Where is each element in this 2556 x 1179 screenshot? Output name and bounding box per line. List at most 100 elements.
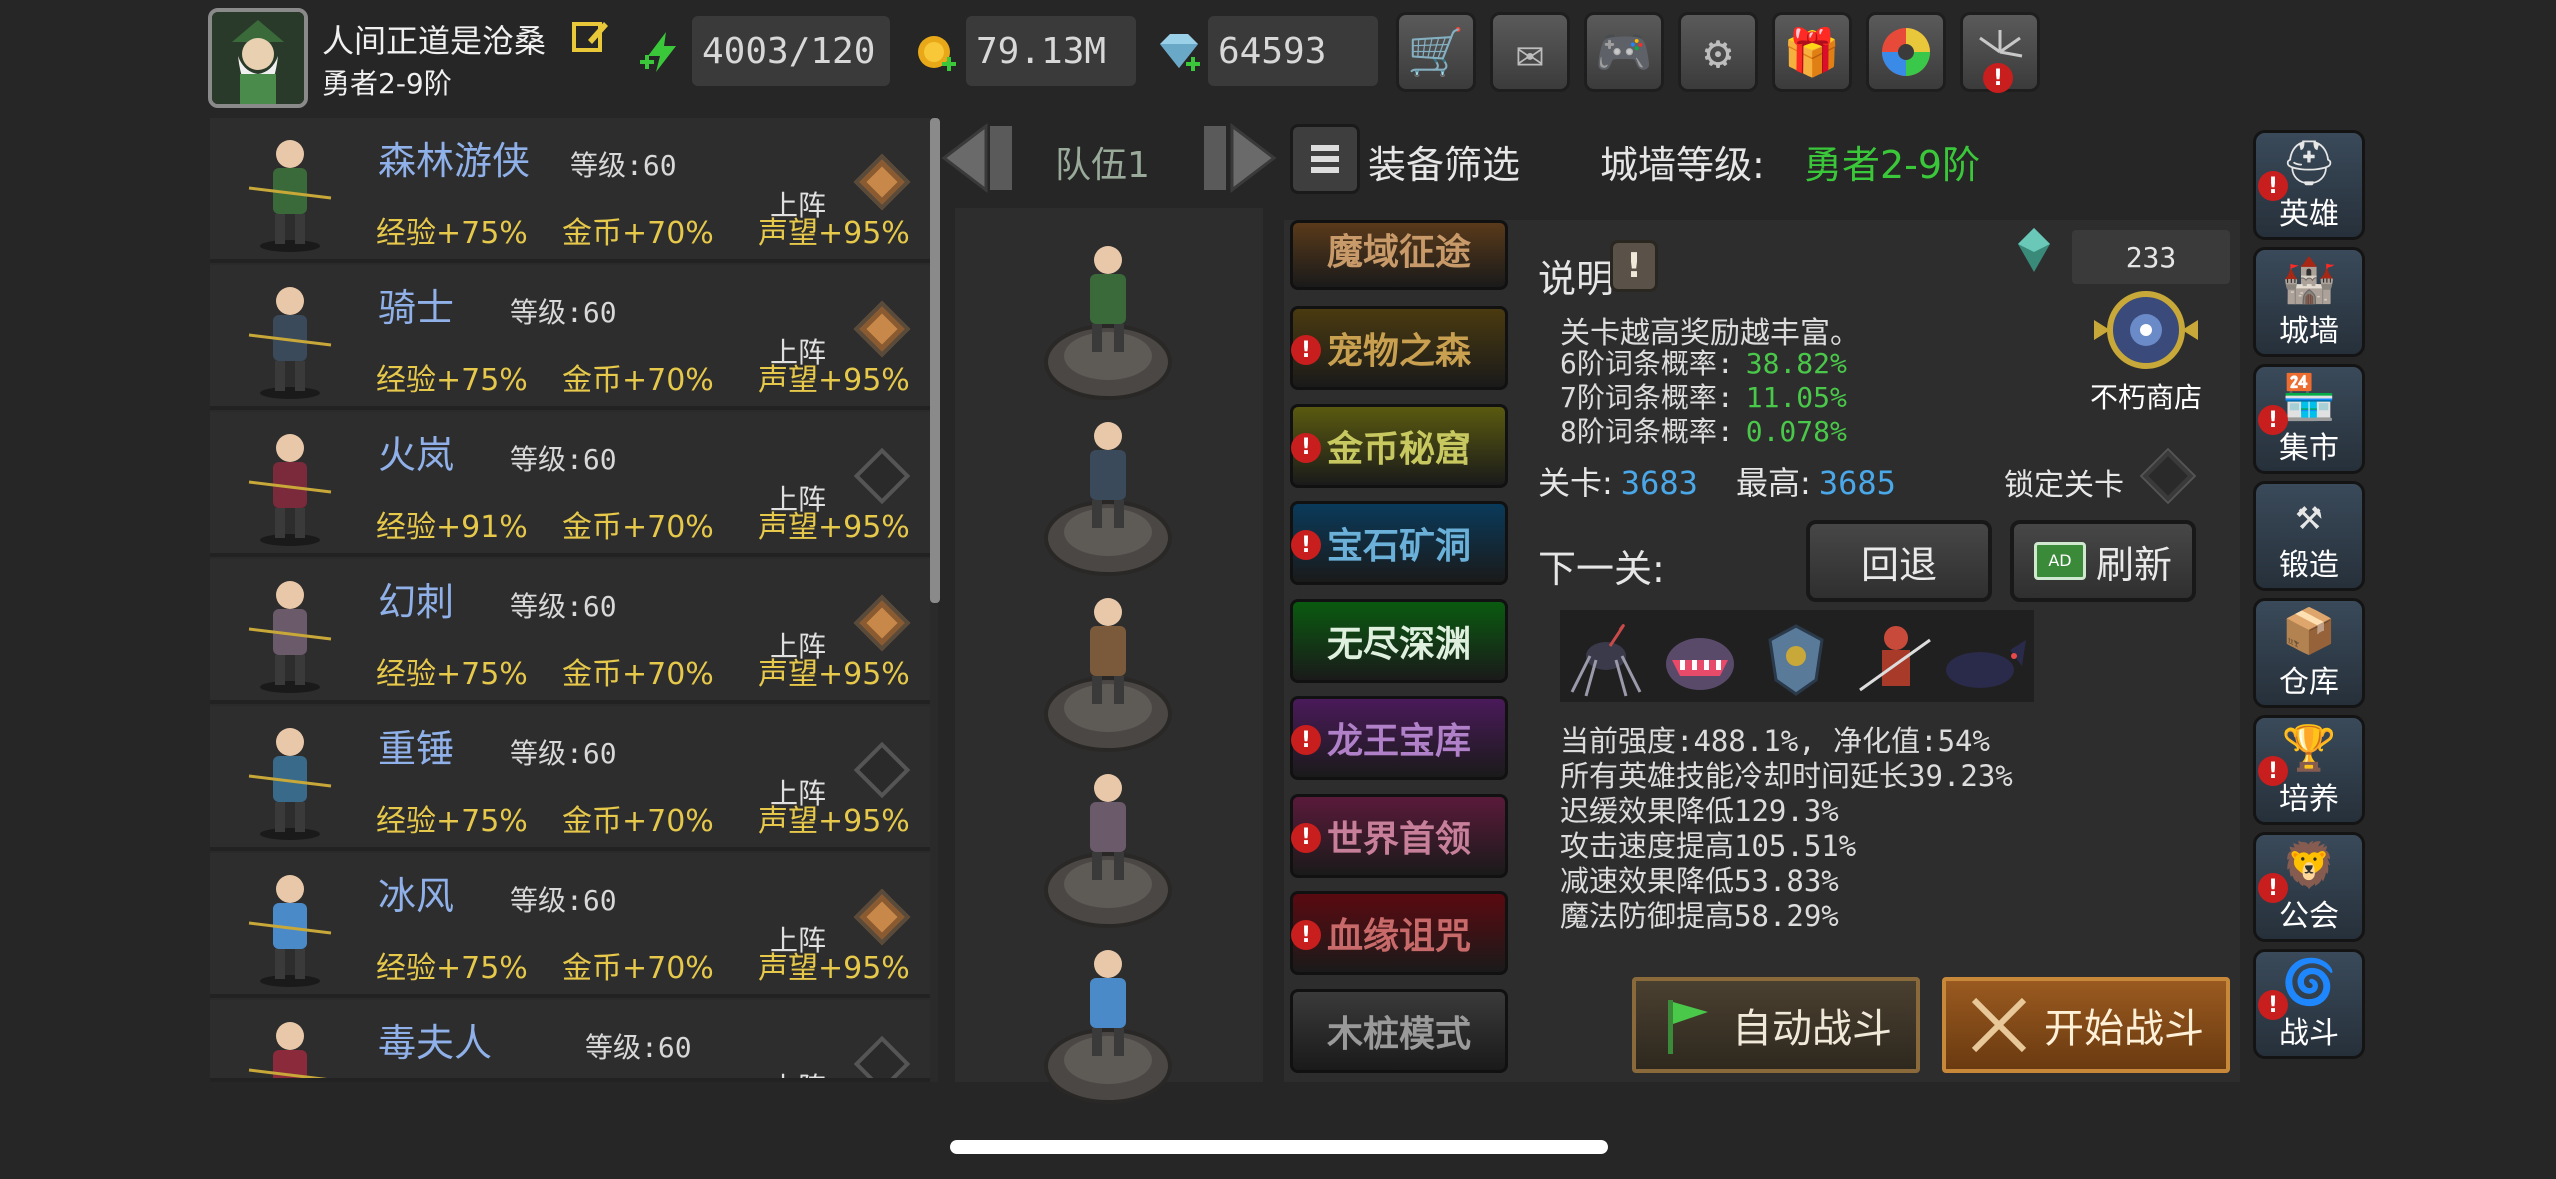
- hero-gold-bonus: 金币+70%: [562, 363, 714, 398]
- stage-value: 3683: [1620, 464, 1698, 502]
- menu-anvil-button[interactable]: ⚒ 锻造: [2253, 481, 2365, 591]
- menu-market-button[interactable]: 🏪 集市!: [2253, 364, 2365, 474]
- mode-alert-icon: !: [1291, 822, 1321, 853]
- mode-button[interactable]: 龙王宝库!: [1290, 696, 1508, 780]
- next-stage-label: 下一关:: [1538, 547, 1665, 591]
- hero-portrait: [230, 275, 350, 400]
- stamina-icon: [640, 30, 684, 74]
- hero-exp-bonus: 经验+75%: [376, 216, 528, 251]
- mode-label: 龙王宝库: [1326, 721, 1471, 762]
- hero-name: 重锤: [378, 727, 455, 771]
- prob8-label: 8阶词条概率:: [1560, 415, 1734, 448]
- deploy-toggle[interactable]: [853, 888, 911, 946]
- filter-label[interactable]: 装备筛选: [1368, 134, 1520, 189]
- info-title: 说明: [1538, 257, 1615, 301]
- hero-level: 等级:60: [510, 884, 617, 917]
- team-slot[interactable]: [1040, 232, 1176, 402]
- best-value: 3685: [1818, 464, 1896, 502]
- settings-button[interactable]: ⚙: [1678, 12, 1758, 92]
- hero-row[interactable]: 火岚 等级:60 经验+91% 金币+70% 声望+95% 上阵: [210, 412, 930, 557]
- gold-display: 79.13M: [966, 16, 1136, 86]
- color-wheel-button[interactable]: [1866, 12, 1946, 92]
- home-indicator[interactable]: [950, 1140, 1608, 1154]
- hero-row[interactable]: 毒夫人 等级:60 上阵: [210, 1000, 930, 1082]
- hero-row[interactable]: 森林游侠 等级:60 经验+75% 金币+70% 声望+95% 上阵: [210, 118, 930, 263]
- shop-gem-icon: [2010, 224, 2058, 276]
- menu-helmet-button[interactable]: ⛑ 英雄!: [2253, 130, 2365, 240]
- hero-exp-bonus: 经验+91%: [376, 510, 528, 545]
- start-battle-button[interactable]: 开始战斗: [1942, 977, 2230, 1073]
- menu-icon: [1311, 145, 1339, 173]
- back-label: 回退: [1860, 542, 1937, 587]
- shop-count: 233: [2125, 240, 2177, 274]
- mode-label: 木桩模式: [1326, 1013, 1471, 1055]
- shop-cart-button[interactable]: 🛒: [1396, 12, 1476, 92]
- mode-button[interactable]: 血缘诅咒!: [1290, 891, 1508, 975]
- back-button[interactable]: 回退: [1806, 520, 1992, 602]
- cultivate-icon: 🏆: [2281, 723, 2337, 774]
- deploy-label: 上阵: [770, 1066, 826, 1078]
- team-prev-button[interactable]: [940, 122, 1022, 194]
- menu-guild-button[interactable]: 🦁 公会!: [2253, 832, 2365, 942]
- team-slot[interactable]: [1040, 760, 1176, 930]
- deploy-toggle[interactable]: [853, 594, 911, 652]
- warehouse-icon: 📦: [2281, 606, 2337, 657]
- menu-portal-button[interactable]: 🌀 战斗!: [2253, 949, 2365, 1059]
- team-slot[interactable]: [1040, 584, 1176, 754]
- guild-icon: 🦁: [2281, 840, 2337, 891]
- deploy-toggle[interactable]: [853, 153, 911, 211]
- team-next-button[interactable]: [1196, 122, 1278, 194]
- menu-alert-icon: !: [2258, 405, 2288, 435]
- menu-label: 集市: [2279, 431, 2339, 466]
- deploy-toggle[interactable]: [853, 741, 911, 799]
- mode-button[interactable]: 世界首领!: [1290, 793, 1508, 878]
- player-avatar[interactable]: [208, 8, 308, 108]
- mode-button[interactable]: 金币秘窟!: [1290, 403, 1508, 488]
- shield-monster-icon: [1768, 624, 1824, 696]
- cart-icon: 🛒: [1407, 24, 1465, 79]
- hero-gold-bonus: 金币+70%: [562, 951, 714, 986]
- menu-warehouse-button[interactable]: 📦 仓库: [2253, 598, 2365, 708]
- hero-gold-bonus: 金币+70%: [562, 216, 714, 251]
- hero-portrait: [230, 569, 350, 694]
- deploy-toggle[interactable]: [853, 1035, 911, 1078]
- filter-menu-button[interactable]: [1290, 124, 1360, 194]
- mode-label: 金币秘窟: [1326, 428, 1471, 470]
- gift-button[interactable]: 🎁: [1772, 12, 1852, 92]
- hero-list-scrollbar[interactable]: [930, 118, 940, 603]
- hero-row[interactable]: 幻刺 等级:60 经验+75% 金币+70% 声望+95% 上阵: [210, 559, 930, 704]
- menu-cultivate-button[interactable]: 🏆 培养!: [2253, 715, 2365, 825]
- deploy-label: 上阵: [770, 483, 827, 516]
- hero-row[interactable]: 冰风 等级:60 经验+75% 金币+70% 声望+95% 上阵: [210, 853, 930, 998]
- team-slot[interactable]: [1040, 408, 1176, 578]
- menu-wall-button[interactable]: 🏰 城墙: [2253, 247, 2365, 357]
- edit-name-icon[interactable]: [570, 16, 610, 56]
- deploy-toggle[interactable]: [853, 447, 911, 505]
- start-battle-label: 开始战斗: [2044, 1006, 2204, 1052]
- team-slot[interactable]: [1040, 936, 1176, 1106]
- mode-button[interactable]: 无尽深渊: [1290, 598, 1508, 683]
- deploy-label: 上阵: [770, 630, 827, 663]
- mode-button[interactable]: 木桩模式: [1290, 988, 1508, 1073]
- mode-alert-icon: !: [1291, 432, 1321, 463]
- mode-button[interactable]: 宠物之森!: [1290, 306, 1508, 390]
- hero-name: 森林游侠: [378, 139, 531, 183]
- info-help-button[interactable]: !: [1610, 240, 1658, 292]
- firework-button[interactable]: !: [1960, 12, 2040, 93]
- mode-button[interactable]: 魔域征途: [1290, 220, 1508, 290]
- hero-name: 冰风: [378, 874, 455, 918]
- hero-gold-bonus: 金币+70%: [562, 657, 714, 692]
- hero-row[interactable]: 重锤 等级:60 经验+75% 金币+70% 声望+95% 上阵: [210, 706, 930, 851]
- immortal-shop-button[interactable]: 不朽商店: [2084, 290, 2208, 414]
- refresh-button[interactable]: AD 刷新: [2010, 520, 2196, 602]
- auto-battle-button[interactable]: 自动战斗: [1632, 977, 1920, 1073]
- gamepad-button[interactable]: 🎮: [1584, 12, 1664, 92]
- mode-label: 世界首领: [1326, 818, 1471, 860]
- deploy-toggle[interactable]: [853, 300, 911, 358]
- mode-button[interactable]: 宝石矿洞!: [1290, 501, 1508, 585]
- mail-button[interactable]: ✉: [1490, 12, 1570, 92]
- hero-portrait: [230, 863, 350, 988]
- hero-row[interactable]: 骑士 等级:60 经验+75% 金币+70% 声望+95% 上阵: [210, 265, 930, 410]
- shop-count-box: 233: [2072, 230, 2230, 284]
- hero-portrait: [230, 1010, 350, 1078]
